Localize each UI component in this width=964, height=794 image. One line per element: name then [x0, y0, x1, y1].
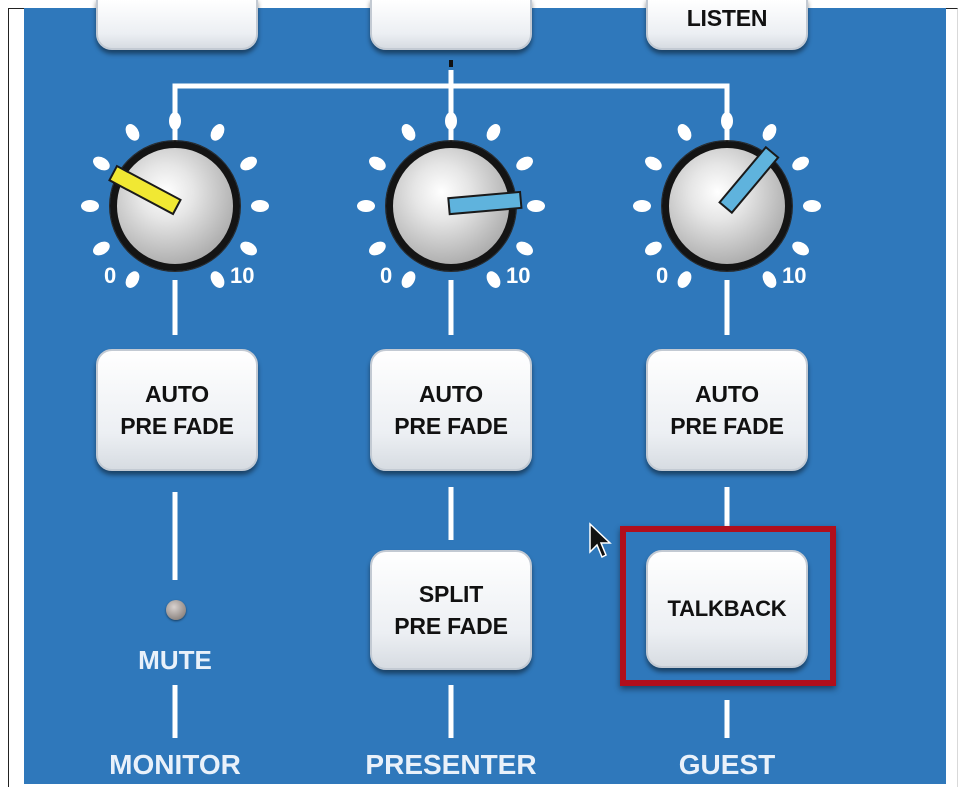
knob-pointer-layer	[108, 145, 780, 216]
presenter-knob-pointer	[447, 190, 523, 216]
monitor-knob-pointer	[108, 164, 182, 216]
guest-knob-pointer	[718, 145, 780, 215]
